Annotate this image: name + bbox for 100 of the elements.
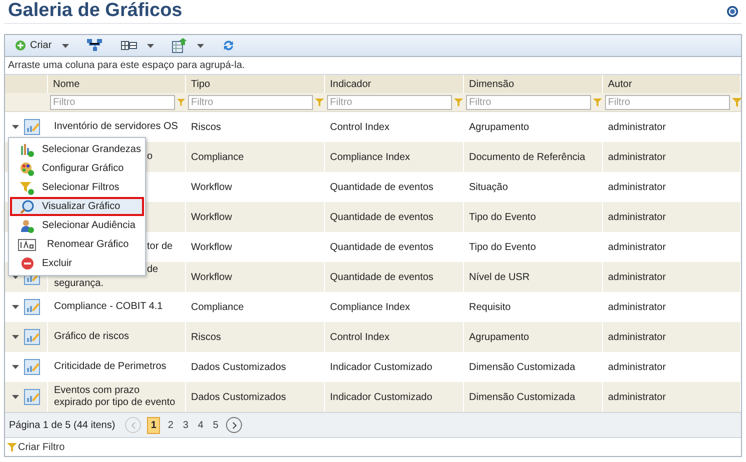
refresh-icon bbox=[222, 39, 235, 52]
table-cell-text: Indicador Customizado bbox=[330, 390, 432, 404]
chart-edit-icon[interactable] bbox=[24, 389, 40, 405]
filter-field[interactable]: Filtro bbox=[466, 94, 591, 110]
user-icon bbox=[20, 218, 34, 232]
filter-icon[interactable] bbox=[177, 98, 185, 106]
table-cell-text: Control Index bbox=[330, 120, 390, 134]
caret-icon bbox=[146, 44, 154, 48]
table-cell-text: Dimensão Customizada bbox=[469, 390, 576, 404]
filter-icon bbox=[7, 442, 17, 452]
table-cell-text: administrator bbox=[608, 240, 666, 254]
chart-edit-icon[interactable] bbox=[24, 119, 40, 135]
chart-edit-icon[interactable] bbox=[24, 299, 40, 315]
table-cell-text: Workflow bbox=[191, 270, 232, 284]
page-summary: Página 1 de 5 (44 itens) bbox=[9, 418, 116, 432]
table-cell-text: administrator bbox=[608, 270, 666, 284]
table-cell-text: administrator bbox=[608, 360, 666, 374]
columns-icon bbox=[120, 40, 137, 51]
table-cell-text: Quantidade de eventos bbox=[330, 180, 434, 194]
next-page-button[interactable] bbox=[226, 417, 242, 433]
page-button[interactable]: 1 bbox=[147, 416, 160, 434]
rename-icon bbox=[18, 238, 36, 250]
table-cell-text: Dimensão Customizada bbox=[469, 360, 576, 374]
table-cell: de bbox=[147, 264, 158, 276]
table-cell-text: Dados Customizados bbox=[191, 390, 286, 404]
table-cell-text: Riscos bbox=[191, 330, 222, 344]
table-cell-text: Dados Customizados bbox=[191, 360, 286, 374]
add-icon bbox=[15, 40, 26, 51]
table-cell-text: administrator bbox=[608, 150, 666, 164]
table-cell: Gráfico de riscos bbox=[54, 331, 130, 343]
funnel-icon bbox=[20, 180, 34, 194]
caret-icon bbox=[12, 335, 19, 339]
table-cell-text: Compliance bbox=[191, 300, 244, 314]
help-icon[interactable] bbox=[727, 6, 738, 17]
table-cell-text: Riscos bbox=[191, 120, 222, 134]
page-button[interactable]: 5 bbox=[211, 416, 220, 434]
table-cell-text: Nível de USR bbox=[469, 270, 530, 284]
chart-edit-icon[interactable] bbox=[24, 359, 40, 375]
table-cell-text: Compliance Index bbox=[330, 150, 410, 164]
create-filter-link[interactable]: Criar Filtro bbox=[7, 440, 65, 454]
hierarchy-icon bbox=[86, 39, 103, 52]
table-cell: Inventório de servidores OS bbox=[54, 121, 178, 133]
filter-icon[interactable] bbox=[454, 98, 463, 106]
table-cell-text: administrator bbox=[608, 180, 666, 194]
caret-icon bbox=[62, 44, 69, 48]
table-cell-text: Situação bbox=[469, 180, 508, 194]
table-cell: segurança. bbox=[54, 278, 104, 290]
magnifier-icon bbox=[20, 200, 34, 214]
table-cell-text: Eventos com prazo expirado por tipo de evento bbox=[54, 385, 176, 409]
table-cell-text: Compliance Index bbox=[330, 300, 410, 314]
table-cell: tor de bbox=[147, 241, 173, 253]
table-cell-text: Quantidade de eventos bbox=[330, 210, 434, 224]
export-button[interactable] bbox=[170, 36, 206, 54]
table-cell-text: Quantidade de eventos bbox=[330, 270, 434, 284]
table-cell-text: Quantidade de eventos bbox=[330, 240, 434, 254]
page-button[interactable]: 4 bbox=[196, 416, 206, 434]
table-cell-text: Indicador Customizado bbox=[330, 360, 432, 374]
menu-item[interactable]: Visualizar Gráfico bbox=[10, 197, 144, 216]
chart-edit-icon[interactable] bbox=[24, 329, 40, 345]
page-button[interactable]: 2 bbox=[166, 416, 176, 434]
table-cell-text: administrator bbox=[608, 120, 666, 134]
previous-page-button[interactable] bbox=[125, 417, 142, 433]
menu-item[interactable]: Selecionar Grandezas bbox=[10, 140, 144, 159]
filter-icon[interactable] bbox=[732, 98, 742, 106]
create-button[interactable]: Criar bbox=[13, 36, 71, 54]
page-button[interactable]: 3 bbox=[181, 416, 190, 434]
table-cell-text: Agrupamento bbox=[469, 120, 530, 134]
table-cell-text: Documento de Referência bbox=[469, 150, 586, 164]
filter-field[interactable]: Filtro bbox=[50, 94, 175, 110]
table-cell-text: Tipo do Evento bbox=[469, 210, 536, 224]
table-cell-text: Workflow bbox=[191, 210, 232, 224]
chevron-left-icon bbox=[130, 422, 136, 428]
filter-icon[interactable] bbox=[593, 98, 602, 106]
table-cell-text: Workflow bbox=[191, 240, 232, 254]
filter-field[interactable]: Filtro bbox=[188, 94, 313, 110]
table-cell-text: Workflow bbox=[191, 180, 232, 194]
table-cell-text: Requisito bbox=[469, 300, 511, 314]
filter-field[interactable]: Filtro bbox=[605, 94, 730, 110]
bar-chart-icon bbox=[20, 142, 34, 156]
export-icon bbox=[172, 38, 187, 53]
caret-icon bbox=[12, 395, 19, 399]
table-cell: Compliance - COBIT 4.1 bbox=[54, 301, 163, 313]
menu-item[interactable]: Selecionar Audiência bbox=[10, 216, 144, 235]
group-panel-hint: Arraste uma coluna para este espaço para agrupá-la. bbox=[8, 59, 245, 73]
page-title: Galeria de Gráficos bbox=[8, 0, 182, 24]
filter-icon[interactable] bbox=[315, 98, 324, 106]
table-cell-text: administrator bbox=[608, 300, 666, 314]
filter-field[interactable]: Filtro bbox=[327, 94, 452, 110]
table-cell-text: administrator bbox=[608, 390, 666, 404]
palette-icon bbox=[20, 162, 34, 176]
menu-item[interactable]: Excluir bbox=[10, 254, 144, 273]
table-cell-text: Agrupamento bbox=[469, 330, 530, 344]
table-cell: o bbox=[147, 151, 153, 163]
menu-item[interactable]: Configurar Gráfico bbox=[10, 159, 144, 178]
table-cell-text: Tipo do Evento bbox=[469, 240, 536, 254]
menu-item[interactable]: Selecionar Filtros bbox=[10, 178, 144, 197]
table-cell-text: administrator bbox=[608, 330, 666, 344]
caret-icon bbox=[12, 305, 19, 309]
caret-icon bbox=[12, 125, 19, 129]
menu-item[interactable]: Renomear Gráfico bbox=[10, 235, 144, 254]
